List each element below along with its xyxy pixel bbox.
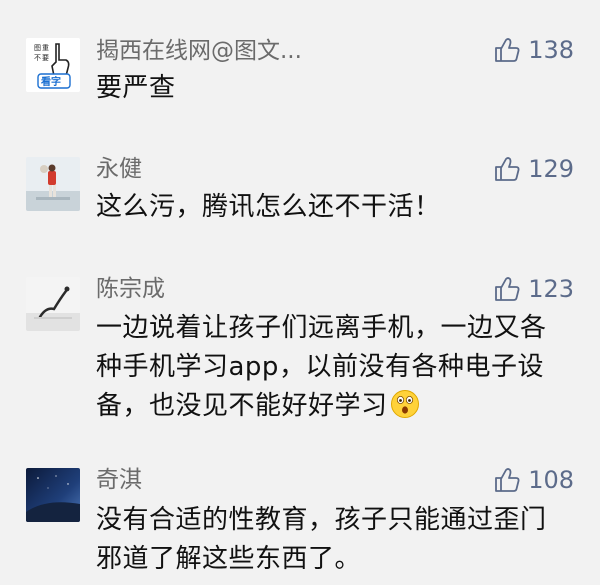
comment-author[interactable]: 奇淇 [96,466,142,494]
like-count: 138 [528,36,574,64]
like-count: 123 [528,275,574,303]
avatar[interactable]: 图 不 重 要 看字 [26,38,80,92]
comment-author[interactable]: 揭西在线网@图文... [96,37,302,65]
svg-text:要: 要 [42,54,49,62]
thumbs-up-icon [493,466,521,494]
like-count: 108 [528,466,574,494]
comment-line: 邪道了解这些东西了。 [96,544,362,574]
thumbs-up-icon [493,155,521,183]
like-button[interactable]: 138 [493,35,574,65]
comment-line: 没有合适的性教育，孩子只能通过歪门 [96,505,547,535]
comment-text: 没有合适的性教育，孩子只能通过歪门 邪道了解这些东西了。 [96,501,576,579]
comment-line-text: 备，也没见不能好好学习 [96,391,388,421]
avatar[interactable] [26,277,80,331]
comment-line: 要严查 [96,73,176,103]
like-button[interactable]: 123 [493,274,574,304]
comment-line: 种手机学习app，以前没有各种电子设 [96,352,544,382]
comment-author[interactable]: 陈宗成 [96,275,165,303]
thumbs-up-icon [493,36,521,64]
like-count: 129 [528,155,574,183]
comment-text: 这么污，腾讯怎么还不干活！ [96,188,576,227]
comment-author[interactable]: 永健 [96,155,142,183]
comment-text: 要严查 [96,69,576,108]
like-button[interactable]: 129 [493,154,574,184]
svg-text:图: 图 [34,44,41,52]
comment-text: 一边说着让孩子们远离手机，一边又各 种手机学习app，以前没有各种电子设 备，也… [96,309,576,426]
comment-line: 这么污，腾讯怎么还不干活！ [96,192,441,222]
like-button[interactable]: 108 [493,465,574,495]
comment-line: 备，也没见不能好好学习 [96,387,576,426]
svg-text:看字: 看字 [41,75,61,88]
avatar[interactable] [26,157,80,211]
thumbs-up-icon [493,275,521,303]
astonished-face-emoji-icon [390,389,420,419]
avatar[interactable] [26,468,80,522]
comment-line: 一边说着让孩子们远离手机，一边又各 [96,313,547,343]
svg-text:不: 不 [34,54,41,62]
svg-text:重: 重 [42,44,49,52]
